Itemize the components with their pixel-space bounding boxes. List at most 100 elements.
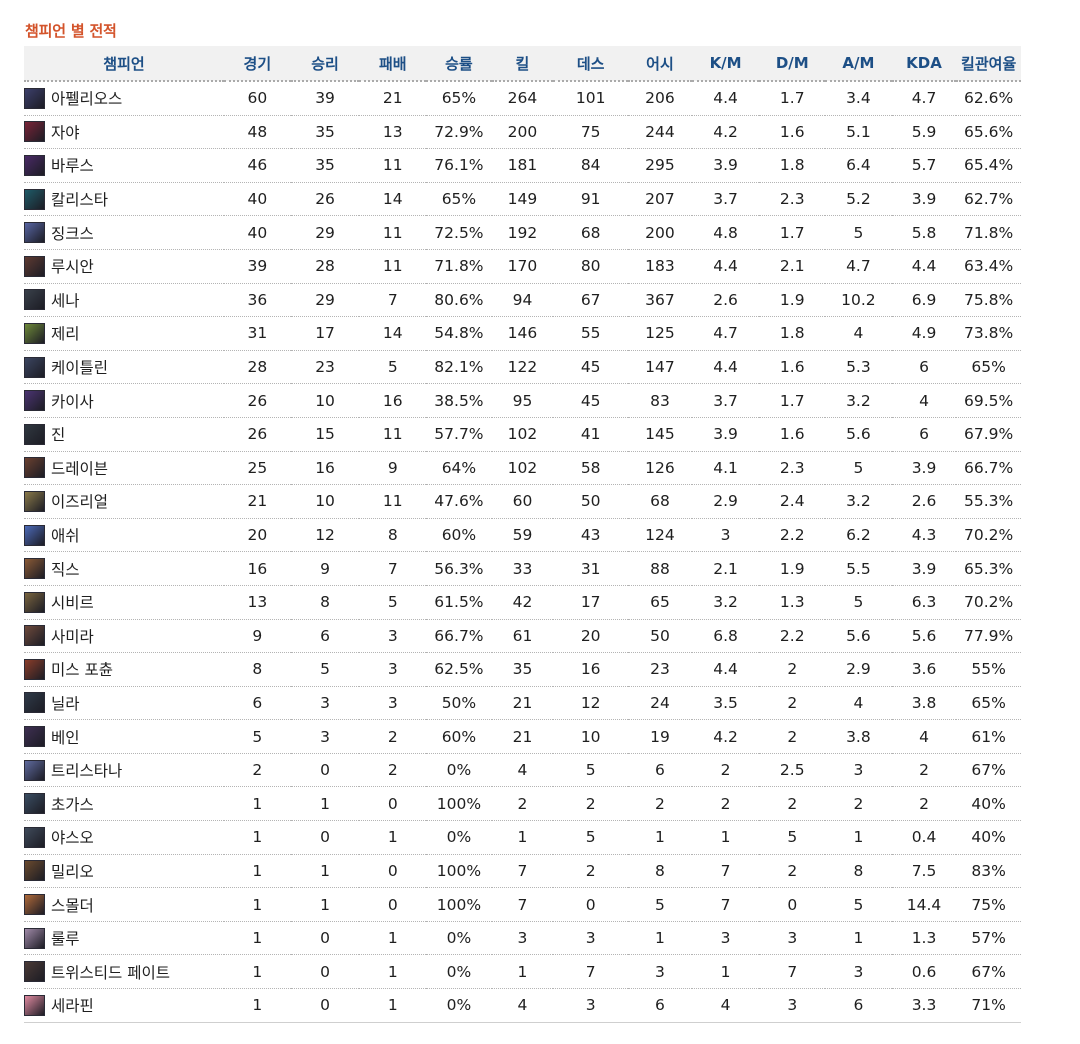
- champion-name[interactable]: 제리: [51, 322, 80, 344]
- column-header-assists-per-match[interactable]: A/M: [825, 46, 892, 82]
- cell-assists-per-match: 2.9: [825, 652, 892, 687]
- cell-losses: 2: [359, 719, 427, 754]
- champion-name[interactable]: 베인: [51, 726, 80, 748]
- champion-portrait-icon: [24, 658, 45, 680]
- column-header-kill-participation[interactable]: 킬관여율: [956, 46, 1021, 82]
- cell-kill-participation: 71.8%: [956, 215, 1021, 250]
- champion-name[interactable]: 닐라: [51, 692, 80, 714]
- cell-games: 21: [224, 484, 291, 519]
- column-header-deaths[interactable]: 데스: [553, 46, 629, 82]
- champion-name[interactable]: 카이사: [51, 390, 94, 412]
- cell-assists-per-match: 3: [825, 954, 892, 990]
- cell-kills: 149: [491, 182, 554, 217]
- cell-winrate: 76.1%: [426, 148, 492, 183]
- champion-portrait-icon: [24, 927, 45, 949]
- cell-kills: 2: [491, 786, 554, 822]
- champion-name[interactable]: 야스오: [51, 826, 94, 848]
- cell-kda: 3.3: [891, 988, 957, 1023]
- champion-cell: 칼리스타: [24, 182, 225, 217]
- cell-kill-participation: 77.9%: [956, 619, 1021, 654]
- cell-deaths: 91: [553, 182, 629, 217]
- cell-deaths-per-match: 1.8: [759, 148, 826, 183]
- cell-wins: 0: [290, 954, 360, 990]
- champion-name[interactable]: 세라핀: [51, 994, 94, 1016]
- cell-kill-participation: 55%: [956, 652, 1021, 687]
- cell-deaths-per-match: 5: [759, 820, 826, 855]
- cell-kills-per-match: 3.7: [691, 182, 760, 217]
- champion-name[interactable]: 스몰더: [51, 894, 94, 916]
- champion-name[interactable]: 징크스: [51, 222, 94, 244]
- cell-kills: 60: [491, 484, 554, 519]
- column-header-winrate[interactable]: 승률: [426, 46, 492, 82]
- cell-losses: 0: [359, 854, 427, 889]
- cell-assists-per-match: 6: [825, 988, 892, 1023]
- champion-name[interactable]: 애쉬: [51, 524, 80, 546]
- column-header-kills[interactable]: 킬: [491, 46, 554, 82]
- cell-kills-per-match: 1: [691, 954, 760, 990]
- cell-kill-participation: 67.9%: [956, 417, 1021, 452]
- cell-games: 5: [224, 719, 291, 754]
- column-header-assists[interactable]: 어시: [628, 46, 692, 82]
- champion-name[interactable]: 트리스타나: [51, 759, 122, 781]
- cell-kill-participation: 66.7%: [956, 451, 1021, 486]
- champion-name[interactable]: 이즈리얼: [51, 490, 108, 512]
- champion-name[interactable]: 자야: [51, 121, 80, 143]
- table-row: 애쉬 20 12 8 60% 59 43 124 3 2.2 6.2 4.3 70.2%: [24, 518, 1021, 553]
- column-header-kda[interactable]: KDA: [891, 46, 957, 82]
- cell-deaths-per-match: 0: [759, 887, 826, 922]
- cell-assists: 88: [628, 551, 692, 586]
- cell-kills: 94: [491, 283, 554, 318]
- cell-deaths-per-match: 1.6: [759, 115, 826, 150]
- cell-kda: 5.6: [891, 619, 957, 654]
- champion-name[interactable]: 직스: [51, 558, 80, 580]
- cell-assists-per-match: 5: [825, 887, 892, 922]
- champion-cell: 스몰더: [24, 887, 225, 922]
- champion-name[interactable]: 룰루: [51, 927, 80, 949]
- column-header-losses[interactable]: 패배: [359, 46, 427, 82]
- champion-name[interactable]: 시비르: [51, 591, 94, 613]
- cell-kills-per-match: 4.4: [691, 249, 760, 284]
- champion-name[interactable]: 아펠리오스: [51, 87, 122, 109]
- champion-name[interactable]: 진: [51, 423, 65, 445]
- champion-name[interactable]: 사미라: [51, 625, 94, 647]
- cell-losses: 16: [359, 383, 427, 418]
- column-header-kills-per-match[interactable]: K/M: [691, 46, 760, 82]
- cell-kills-per-match: 1: [691, 820, 760, 855]
- cell-losses: 7: [359, 283, 427, 318]
- cell-deaths-per-match: 2: [759, 786, 826, 822]
- champion-name[interactable]: 루시안: [51, 255, 94, 277]
- champion-name[interactable]: 드레이븐: [51, 457, 108, 479]
- champion-name[interactable]: 케이틀린: [51, 356, 108, 378]
- cell-winrate: 56.3%: [426, 551, 492, 586]
- cell-kills: 4: [491, 988, 554, 1023]
- cell-deaths: 84: [553, 148, 629, 183]
- column-header-champion[interactable]: 챔피언: [24, 46, 225, 82]
- column-header-wins[interactable]: 승리: [290, 46, 360, 82]
- cell-kill-participation: 65.3%: [956, 551, 1021, 586]
- cell-assists-per-match: 1: [825, 921, 892, 956]
- cell-games: 16: [224, 551, 291, 586]
- cell-wins: 8: [290, 585, 360, 620]
- cell-kills-per-match: 4.4: [691, 81, 760, 116]
- champion-name[interactable]: 세나: [51, 289, 80, 311]
- champion-portrait-icon: [24, 558, 45, 580]
- cell-kills: 42: [491, 585, 554, 620]
- cell-kda: 3.8: [891, 686, 957, 721]
- champion-name[interactable]: 미스 포츈: [51, 658, 113, 680]
- champion-name[interactable]: 칼리스타: [51, 188, 108, 210]
- champion-name[interactable]: 초가스: [51, 793, 94, 815]
- cell-winrate: 80.6%: [426, 283, 492, 318]
- cell-kda: 6: [891, 350, 957, 385]
- champion-name[interactable]: 밀리오: [51, 860, 94, 882]
- cell-assists-per-match: 3.8: [825, 719, 892, 754]
- cell-games: 48: [224, 115, 291, 150]
- champion-cell: 베인: [24, 719, 225, 754]
- cell-wins: 29: [290, 283, 360, 318]
- column-header-deaths-per-match[interactable]: D/M: [759, 46, 826, 82]
- champion-name[interactable]: 트위스티드 페이트: [51, 961, 170, 983]
- champion-portrait-icon: [24, 759, 45, 781]
- champion-name[interactable]: 바루스: [51, 154, 94, 176]
- column-header-games[interactable]: 경기: [224, 46, 291, 82]
- cell-losses: 1: [359, 954, 427, 990]
- cell-kills-per-match: 3.7: [691, 383, 760, 418]
